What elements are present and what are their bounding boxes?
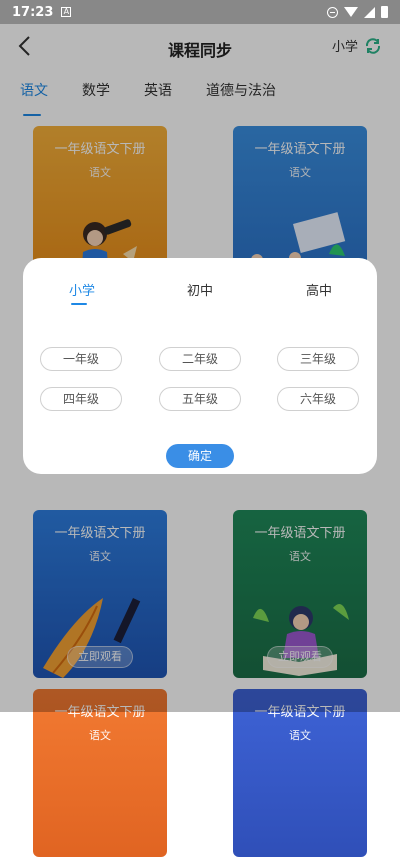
grade-option[interactable]: 二年级: [159, 347, 241, 371]
notification-icon: A: [61, 7, 72, 17]
grade-option[interactable]: 五年级: [159, 387, 241, 411]
tab-senior-high[interactable]: 高中: [306, 280, 332, 299]
grade-option[interactable]: 六年级: [277, 387, 359, 411]
signal-icon: [364, 6, 375, 18]
card-subject: 语文: [289, 729, 311, 742]
tab-junior-high[interactable]: 初中: [187, 280, 213, 299]
status-bar: 17:23 A: [0, 0, 400, 24]
grade-option[interactable]: 一年级: [40, 347, 122, 371]
do-not-disturb-icon: [327, 6, 338, 18]
level-tabs: 小学 初中 高中: [23, 272, 377, 312]
battery-icon: [381, 6, 388, 18]
wifi-icon: [344, 7, 358, 17]
course-card[interactable]: 一年级语文下册 语文: [33, 689, 167, 857]
grade-option[interactable]: 四年级: [40, 387, 122, 411]
grade-option[interactable]: 三年级: [277, 347, 359, 371]
grade-picker-modal: 小学 初中 高中 一年级 二年级 三年级 四年级 五年级 六年级 确定: [23, 258, 377, 474]
tab-primary[interactable]: 小学: [69, 280, 95, 305]
course-card[interactable]: 一年级语文下册 语文: [233, 689, 367, 857]
status-time: 17:23: [12, 4, 54, 20]
confirm-button[interactable]: 确定: [166, 444, 234, 468]
card-subject: 语文: [89, 729, 111, 742]
